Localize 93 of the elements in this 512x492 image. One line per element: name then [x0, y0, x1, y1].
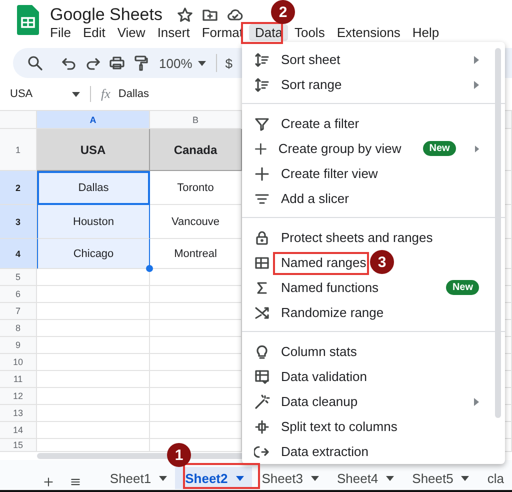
checklist-icon [254, 368, 270, 384]
menu-item[interactable]: Edit [76, 24, 112, 41]
app-logo-icon[interactable] [17, 5, 39, 35]
shuffle-icon [254, 304, 270, 320]
new-badge: New [446, 280, 479, 295]
table-cell: Houston [37, 205, 150, 239]
caret-icon[interactable] [159, 476, 168, 480]
menu-item[interactable]: Create group by view [278, 141, 402, 156]
magic-wand-icon [254, 394, 270, 410]
menu-item[interactable]: Insert [151, 24, 196, 41]
paint-format-icon[interactable] [133, 55, 149, 71]
cloud-icon[interactable] [227, 6, 244, 22]
print-icon[interactable] [109, 55, 125, 71]
select-all-corner[interactable] [0, 111, 37, 129]
row-header[interactable]: 5 [0, 269, 37, 286]
zoom-dropdown[interactable]: 100% [157, 56, 208, 70]
menu-item[interactable]: Randomize range [281, 305, 384, 320]
menu-item[interactable]: Data cleanup [281, 394, 358, 409]
search-icon[interactable] [27, 55, 43, 71]
plus-icon [254, 140, 268, 156]
lightbulb-icon [254, 344, 270, 360]
sheet-tab[interactable]: cla [477, 467, 512, 489]
menu-item[interactable]: Data extraction [281, 444, 368, 459]
document-title[interactable]: Google Sheets [50, 4, 162, 24]
fill-handle[interactable] [146, 265, 153, 272]
menu-item[interactable]: Create a filter [281, 116, 360, 131]
sheet-tab[interactable]: Sheet3 [252, 467, 327, 489]
caret-icon[interactable] [386, 476, 394, 480]
row-header[interactable]: 8 [0, 320, 37, 337]
scrollbar[interactable] [495, 48, 501, 418]
table-cell: Canada [150, 129, 242, 171]
table-cell: Chicago [37, 239, 150, 269]
table-icon [254, 254, 270, 270]
sheet-tab[interactable]: Sheet4 [326, 467, 402, 489]
menu-item[interactable]: Sort sheet [281, 52, 340, 67]
row-header[interactable]: 7 [0, 303, 37, 320]
row-header[interactable]: 10 [0, 354, 37, 371]
menu-item[interactable]: Sort range [281, 77, 342, 92]
row-header[interactable]: 1 [0, 129, 37, 171]
star-icon[interactable] [177, 6, 194, 22]
caret-icon[interactable] [461, 476, 470, 480]
redo-icon[interactable] [85, 55, 101, 71]
menu-item[interactable]: Column stats [281, 344, 357, 359]
caret-icon[interactable] [310, 476, 319, 480]
step-number-overlay: 2 [271, 0, 295, 24]
add-sheet-icon[interactable] [44, 475, 53, 489]
name-box[interactable]: USA [10, 88, 80, 100]
row-header[interactable]: 2 [0, 171, 37, 205]
caret-icon[interactable] [198, 60, 206, 66]
column-header[interactable]: B [150, 111, 242, 129]
menu-item[interactable]: Extensions [330, 24, 406, 41]
row-header[interactable]: 12 [0, 388, 37, 405]
sort-icon [254, 76, 270, 92]
currency-button[interactable]: $ [225, 56, 232, 70]
menu-item[interactable]: Protect sheets and ranges [281, 230, 433, 245]
split-icon [254, 418, 270, 434]
row-header[interactable]: 6 [0, 286, 37, 303]
row-header[interactable]: 15 [0, 439, 37, 452]
row-header[interactable]: 11 [0, 371, 37, 388]
sheet-tab[interactable]: Sheet1 [100, 467, 176, 489]
lock-icon [254, 230, 270, 246]
table-cell: Dallas [37, 171, 150, 205]
sheet-tab[interactable]: Sheet5 [402, 467, 478, 489]
row-header[interactable]: 13 [0, 405, 37, 422]
menu-item[interactable]: Data validation [281, 369, 367, 384]
menu-item[interactable]: File [44, 24, 77, 41]
row-header[interactable]: 3 [0, 205, 37, 239]
menu-item[interactable]: Create filter view [281, 166, 378, 181]
row-header[interactable]: 9 [0, 337, 37, 354]
row-header[interactable]: 4 [0, 239, 37, 269]
sort-icon [254, 52, 270, 68]
filter-icon [254, 116, 270, 132]
table-cell: USA [37, 129, 150, 171]
highlight-box [241, 22, 283, 44]
caret-icon[interactable] [236, 476, 244, 480]
menu-item[interactable]: Data [249, 24, 288, 41]
menu-item[interactable]: Help [406, 24, 446, 41]
step-number-overlay: 1 [167, 443, 191, 467]
menu-item[interactable]: Named functions [281, 280, 379, 295]
row-header[interactable]: 14 [0, 422, 37, 439]
function-label: fx [101, 86, 110, 102]
extract-icon [254, 444, 270, 460]
formula-field[interactable]: Dallas [118, 88, 149, 100]
undo-icon[interactable] [61, 55, 77, 71]
column-header[interactable]: A [37, 111, 150, 129]
new-badge: New [423, 141, 456, 156]
plus-icon [254, 166, 270, 182]
menu-item[interactable]: Tools [288, 24, 331, 41]
menu-item[interactable]: View [111, 24, 152, 41]
menu-item[interactable]: Split text to columns [281, 419, 398, 434]
menu-item[interactable]: Add a slicer [281, 191, 349, 206]
menu-item[interactable]: Named ranges [281, 255, 366, 270]
folder-icon[interactable] [202, 6, 218, 22]
